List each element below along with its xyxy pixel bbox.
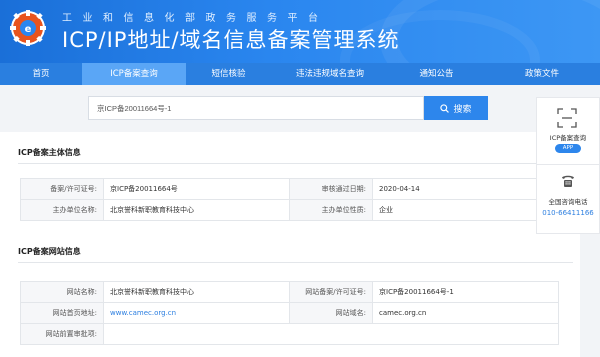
search-area: 搜索 bbox=[0, 85, 600, 132]
label-cell: 网站首页地址: bbox=[20, 302, 104, 324]
label-cell: 主办单位名称: bbox=[20, 199, 104, 221]
float-divider bbox=[537, 164, 599, 165]
value-cell: 北京誉科新职教育科技中心 bbox=[103, 281, 290, 303]
float-panel: ICP备案查询 APP 全国咨询电话 010-66411166 bbox=[536, 97, 600, 234]
section-divider bbox=[18, 163, 573, 164]
table-row: 网站前置审批项: bbox=[20, 323, 559, 345]
hotline-number[interactable]: 010-66411166 bbox=[537, 209, 599, 217]
value-cell: 企业 bbox=[372, 199, 559, 221]
label-cell: 网站备案/许可证号: bbox=[289, 281, 373, 303]
value-cell bbox=[103, 323, 559, 345]
nav-item-home[interactable]: 首页 bbox=[0, 63, 82, 85]
icp-query-app-label[interactable]: ICP备案查询 bbox=[537, 132, 599, 142]
subject-info-table: 备案/许可证号: 京ICP备20011664号 审核通过日期: 2020-04-… bbox=[20, 178, 559, 221]
section-divider bbox=[18, 262, 573, 263]
search-button[interactable]: 搜索 bbox=[424, 96, 488, 120]
miit-logo-icon: e bbox=[10, 10, 46, 46]
nav-item-notices[interactable]: 通知公告 bbox=[389, 63, 484, 85]
svg-text:e: e bbox=[25, 24, 32, 35]
scan-icon[interactable] bbox=[557, 108, 577, 128]
table-row: 备案/许可证号: 京ICP备20011664号 审核通过日期: 2020-04-… bbox=[20, 178, 559, 200]
nav-item-illegal-domain[interactable]: 违法违规域名查询 bbox=[271, 63, 389, 85]
main-nav: 首页 ICP备案查询 短信核验 违法违规域名查询 通知公告 政策文件 bbox=[0, 63, 600, 85]
search-input[interactable] bbox=[88, 96, 424, 120]
label-cell: 审核通过日期: bbox=[289, 178, 373, 200]
site-header: e 工业和信息化部政务服务平台 ICP/IP地址/域名信息备案管理系统 bbox=[0, 0, 600, 63]
table-row: 网站名称: 北京誉科新职教育科技中心 网站备案/许可证号: 京ICP备20011… bbox=[20, 281, 559, 303]
header-subtitle: 工业和信息化部政务服务平台 bbox=[62, 13, 329, 24]
nav-item-policy-docs[interactable]: 政策文件 bbox=[484, 63, 600, 85]
search-button-label: 搜索 bbox=[453, 103, 472, 114]
homepage-link[interactable]: www.camec.org.cn bbox=[103, 302, 290, 324]
label-cell: 主办单位性质: bbox=[289, 199, 373, 221]
value-cell: camec.org.cn bbox=[372, 302, 559, 324]
value-cell: 京ICP备20011664号 bbox=[103, 178, 290, 200]
content-panel: ICP备案主体信息 备案/许可证号: 京ICP备20011664号 审核通过日期… bbox=[0, 132, 580, 357]
subject-info-title: ICP备案主体信息 bbox=[18, 148, 81, 157]
phone-icon bbox=[562, 175, 574, 187]
value-cell: 北京誉科新职教育科技中心 bbox=[103, 199, 290, 221]
app-badge[interactable]: APP bbox=[555, 144, 581, 153]
label-cell: 备案/许可证号: bbox=[20, 178, 104, 200]
label-cell: 网站域名: bbox=[289, 302, 373, 324]
label-cell: 网站名称: bbox=[20, 281, 104, 303]
nav-item-sms-verify[interactable]: 短信核验 bbox=[186, 63, 271, 85]
website-info-title: ICP备案网站信息 bbox=[18, 247, 81, 256]
hotline-label: 全国咨询电话 bbox=[548, 198, 588, 206]
value-cell: 京ICP备20011664号-1 bbox=[372, 281, 559, 303]
table-row: 网站首页地址: www.camec.org.cn 网站域名: camec.org… bbox=[20, 302, 559, 324]
table-row: 主办单位名称: 北京誉科新职教育科技中心 主办单位性质: 企业 bbox=[20, 199, 559, 221]
label-cell: 网站前置审批项: bbox=[20, 323, 104, 345]
page-title: ICP/IP地址/域名信息备案管理系统 bbox=[62, 28, 400, 52]
search-icon bbox=[440, 103, 450, 113]
website-info-table: 网站名称: 北京誉科新职教育科技中心 网站备案/许可证号: 京ICP备20011… bbox=[20, 281, 559, 345]
nav-item-icp-query[interactable]: ICP备案查询 bbox=[82, 63, 186, 85]
value-cell: 2020-04-14 bbox=[372, 178, 559, 200]
